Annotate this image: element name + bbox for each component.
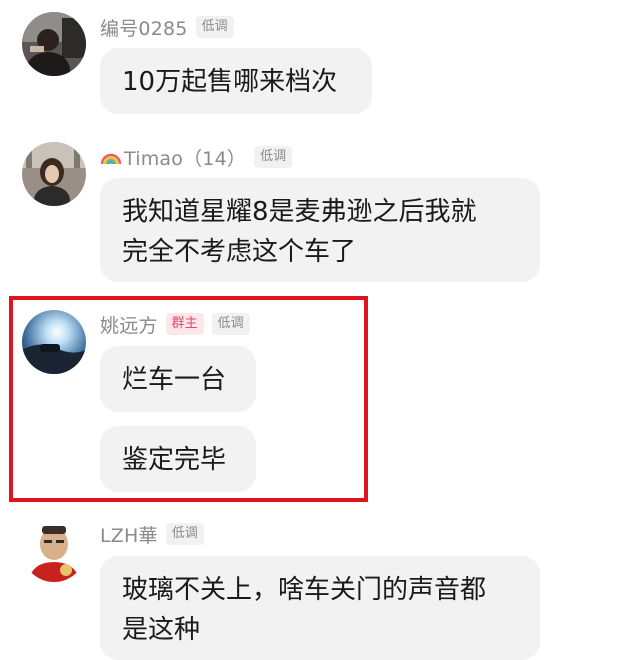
level-badge: 低调 — [195, 16, 234, 38]
sender-name[interactable]: 编号0285 — [100, 14, 188, 41]
avatar[interactable] — [22, 518, 86, 582]
message-meta: Timao（14） 低调 — [100, 143, 293, 171]
message-meta: 姚远方 群主 低调 — [100, 310, 250, 338]
avatar[interactable] — [22, 12, 86, 76]
message-bubble[interactable]: 10万起售哪来档次 — [100, 48, 372, 114]
avatar-image — [22, 142, 86, 206]
avatar-image — [22, 310, 86, 374]
avatar-image — [22, 12, 86, 76]
message-bubble[interactable]: 玻璃不关上，啥车关门的声音都 是这种 — [100, 556, 540, 660]
sender-name[interactable]: 姚远方 — [100, 311, 158, 338]
level-badge: 低调 — [165, 523, 204, 545]
avatar-image — [22, 518, 86, 582]
sender-name-text: Timao（14） — [124, 147, 247, 170]
rainbow-icon — [100, 153, 122, 165]
message-bubble[interactable]: 烂车一台 — [100, 346, 256, 412]
sender-name[interactable]: LZH華 — [100, 521, 158, 548]
sender-name[interactable]: Timao（14） — [100, 144, 246, 171]
message-bubble[interactable]: 我知道星耀8是麦弗逊之后我就 完全不考虑这个车了 — [100, 178, 540, 282]
owner-badge: 群主 — [165, 313, 204, 335]
message-meta: LZH華 低调 — [100, 520, 204, 548]
message-meta: 编号0285 低调 — [100, 13, 234, 41]
message-bubble[interactable]: 鉴定完毕 — [100, 426, 256, 492]
level-badge: 低调 — [254, 146, 293, 168]
avatar[interactable] — [22, 310, 86, 374]
level-badge: 低调 — [211, 313, 250, 335]
avatar[interactable] — [22, 142, 86, 206]
